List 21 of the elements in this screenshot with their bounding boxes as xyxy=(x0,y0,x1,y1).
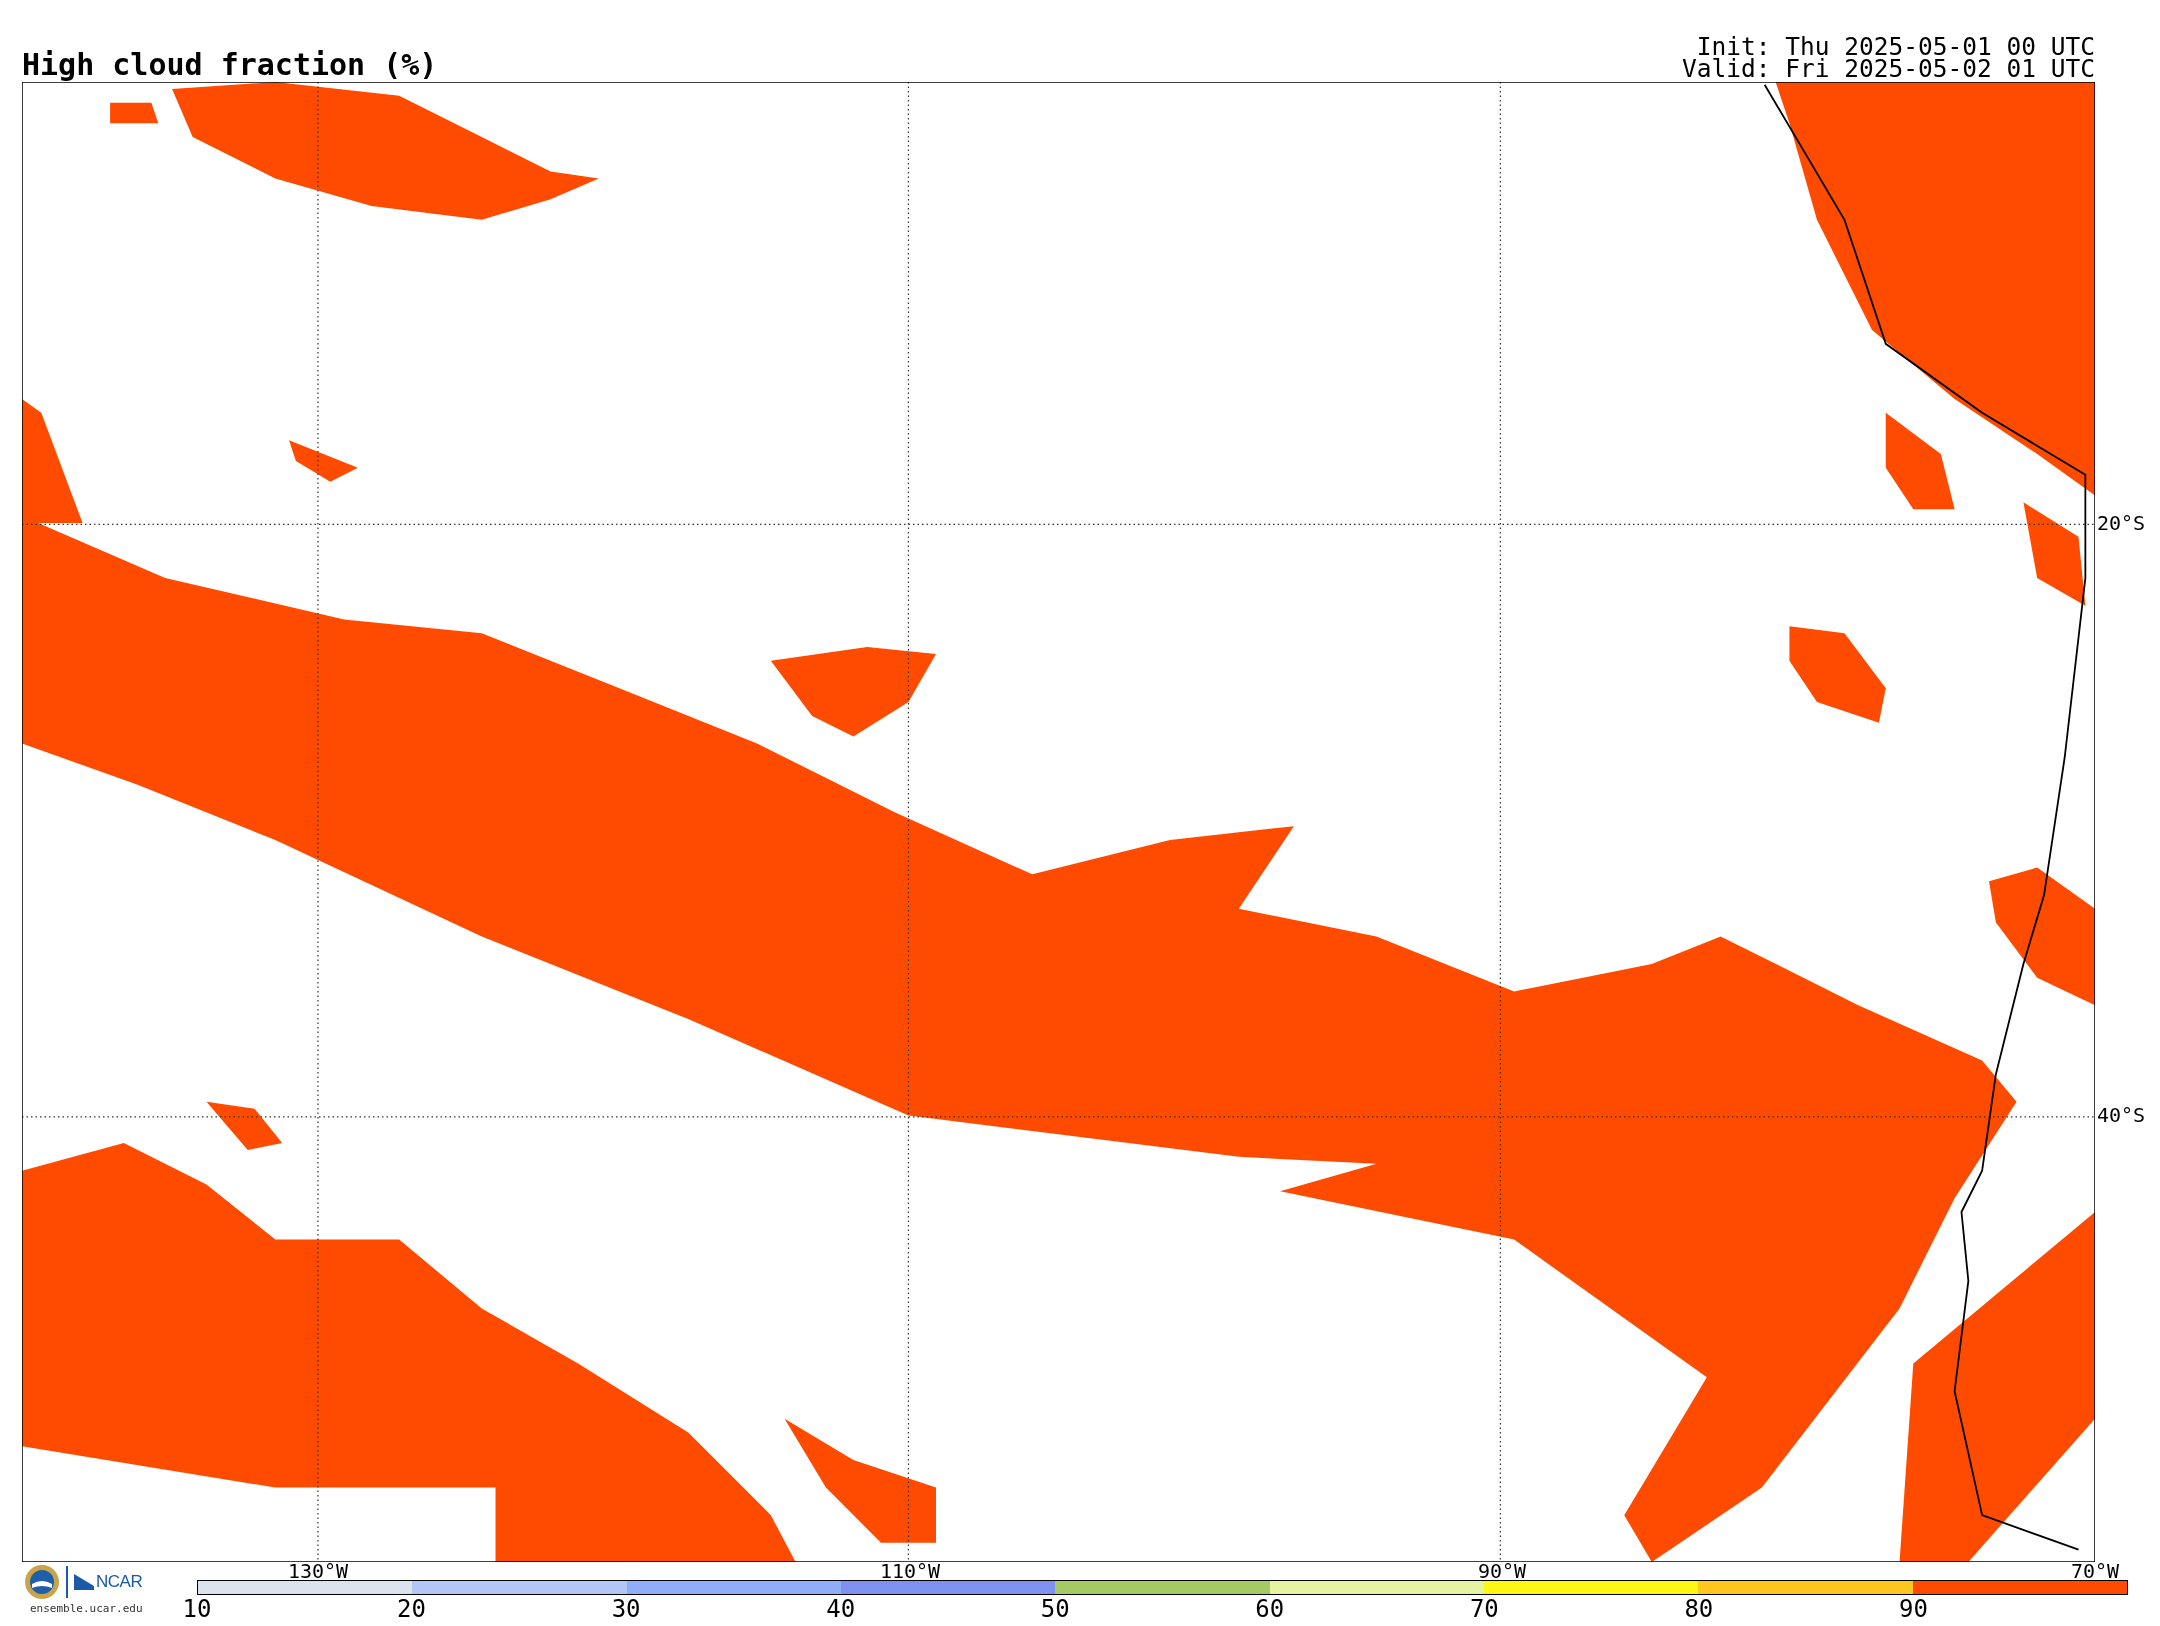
init-time: Init: Thu 2025-05-01 00 UTC xyxy=(1696,36,2095,58)
longitude-label: 90°W xyxy=(1477,1562,1527,1580)
latitude-label: 40°S xyxy=(2096,1103,2146,1127)
tick-label: 40 xyxy=(826,1596,856,1622)
tick-label: 90 xyxy=(1899,1596,1928,1622)
tick-label: 60 xyxy=(1255,1596,1285,1622)
seal-icon xyxy=(24,1564,60,1600)
longitude-label: 110°W xyxy=(879,1562,941,1580)
ncar-logo: NCAR xyxy=(74,1572,143,1592)
longitude-label: 70°W xyxy=(2070,1562,2120,1580)
website-url: ensemble.ucar.edu xyxy=(29,1602,143,1615)
tick-label: 20 xyxy=(397,1596,426,1622)
tick-label: 30 xyxy=(611,1596,641,1622)
longitude-label: 130°W xyxy=(287,1562,349,1580)
latitude-label: 20°S xyxy=(2096,511,2146,535)
tick-label: 80 xyxy=(1684,1596,1714,1622)
tick-label: 50 xyxy=(1040,1596,1070,1622)
valid-time: Valid: Fri 2025-05-02 01 UTC xyxy=(1682,58,2095,80)
chart-title: High cloud fraction (%) xyxy=(22,48,438,82)
tick-label: 10 xyxy=(182,1596,212,1622)
tick-label: 70 xyxy=(1469,1596,1499,1622)
